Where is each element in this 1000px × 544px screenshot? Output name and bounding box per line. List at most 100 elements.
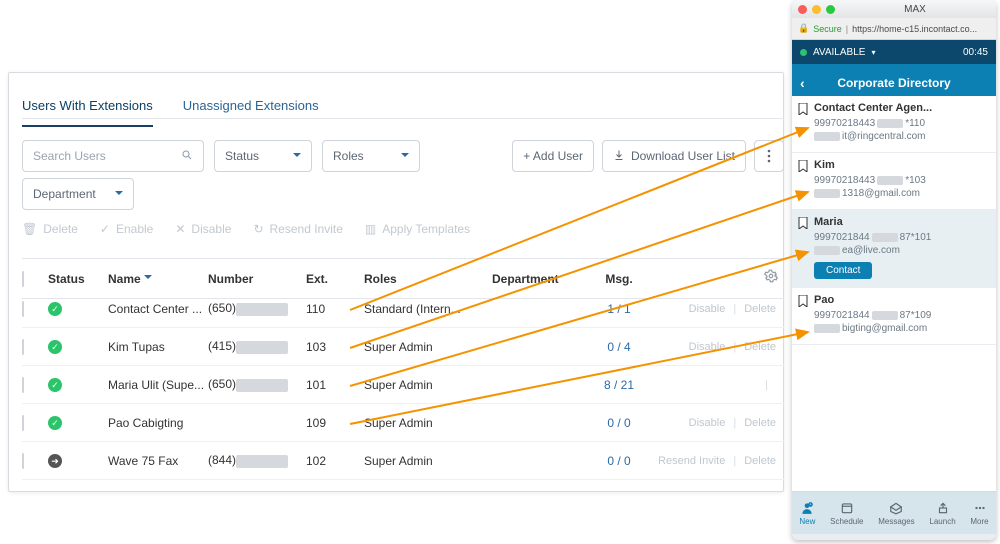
row-actions: Disable|Delete (689, 303, 784, 315)
back-icon[interactable]: ‹ (800, 75, 805, 91)
row-role: Standard (Intern... (364, 302, 492, 316)
bulk-templates: ▥ Apply Templates (365, 222, 470, 236)
row-role: Super Admin (364, 340, 492, 354)
add-user-label: + Add User (523, 149, 583, 163)
row-action-1[interactable]: Disable (689, 341, 726, 353)
contact-email: 1318@gmail.com (814, 188, 986, 199)
kebab-icon (767, 149, 771, 163)
bulk-enable: ✓ Enable (100, 222, 153, 236)
row-checkbox[interactable] (22, 339, 24, 355)
column-status[interactable]: Status (48, 272, 108, 286)
row-name: Maria Ulit (Supe... (108, 378, 208, 392)
tab-unassigned-extensions[interactable]: Unassigned Extensions (183, 92, 319, 127)
nav-more[interactable]: More (970, 501, 988, 526)
nav-schedule[interactable]: Schedule (830, 501, 863, 526)
tab-users-with-extensions[interactable]: Users With Extensions (22, 92, 153, 127)
directory-contact[interactable]: Pao999702184487*109bigting@gmail.com (792, 288, 996, 345)
department-dropdown[interactable]: Department (22, 178, 134, 210)
row-checkbox[interactable] (22, 301, 24, 317)
row-checkbox[interactable] (22, 453, 24, 469)
row-actions: Disable|Delete (689, 341, 784, 353)
chevron-down-icon (144, 272, 152, 286)
row-checkbox[interactable] (22, 415, 24, 431)
row-role: Super Admin (364, 378, 492, 392)
row-action-2[interactable]: Delete (744, 303, 776, 315)
add-user-button[interactable]: + Add User (512, 140, 594, 172)
table-row[interactable]: ✓Contact Center ...(650)110Standard (Int… (22, 290, 784, 328)
agent-status-bar[interactable]: AVAILABLE▾ 00:45 (792, 40, 996, 64)
contact-number: 999702184487*101 (814, 232, 986, 243)
search-icon (181, 149, 193, 164)
table-row[interactable]: ✓Pao Cabigting109Super Admin0 / 0Disable… (22, 404, 784, 442)
row-number: (650) (208, 377, 306, 391)
nav-new[interactable]: +New (799, 501, 815, 526)
status-icon: ➜ (48, 454, 62, 468)
filter-row: Search Users Status Roles (22, 140, 420, 172)
column-number[interactable]: Number (208, 272, 306, 286)
max-agent-window: MAX 🔒 Secure | https://home-c15.incontac… (792, 0, 996, 540)
directory-contact[interactable]: Kim99970218443*1031318@gmail.com (792, 153, 996, 210)
row-action-2[interactable]: Delete (744, 417, 776, 429)
directory-list[interactable]: Contact Center Agen...99970218443*110it@… (792, 96, 996, 492)
tabs: Users With Extensions Unassigned Extensi… (22, 92, 319, 127)
gear-icon[interactable] (764, 269, 778, 286)
row-actions: Disable|Delete (689, 417, 784, 429)
row-checkbox[interactable] (22, 377, 24, 393)
search-input[interactable]: Search Users (22, 140, 204, 172)
contact-name: Contact Center Agen... (814, 102, 986, 114)
bulk-disable: ✕ Disable (175, 222, 231, 236)
row-action-1[interactable]: Disable (689, 417, 726, 429)
directory-contact[interactable]: Contact Center Agen...99970218443*110it@… (792, 96, 996, 153)
agent-timer: 00:45 (963, 47, 988, 58)
column-name[interactable]: Name (108, 271, 208, 286)
select-all-checkbox[interactable] (22, 271, 24, 287)
contact-email: it@ringcentral.com (814, 131, 986, 142)
nav-launch[interactable]: Launch (929, 501, 955, 526)
address-bar[interactable]: 🔒 Secure | https://home-c15.incontact.co… (792, 18, 996, 40)
department-dropdown-label: Department (33, 187, 96, 201)
right-actions: + Add User Download User List (512, 140, 784, 172)
roles-dropdown-label: Roles (333, 149, 364, 163)
column-ext[interactable]: Ext. (306, 272, 364, 286)
bulk-delete: 🗑 Delete (22, 222, 78, 236)
bottom-nav: +New Schedule Messages Launch More (792, 492, 996, 534)
row-action-2[interactable]: Delete (744, 341, 776, 353)
agent-state-label: AVAILABLE (813, 47, 865, 58)
chevron-down-icon (401, 149, 409, 164)
contact-name: Maria (814, 216, 986, 228)
row-msg: 1 / 1 (584, 302, 654, 316)
contact-button[interactable]: Contact (814, 262, 872, 279)
contact-name: Pao (814, 294, 986, 306)
close-icon[interactable] (798, 5, 807, 14)
roles-dropdown[interactable]: Roles (322, 140, 420, 172)
column-msg[interactable]: Msg. (584, 272, 654, 286)
contact-name: Kim (814, 159, 986, 171)
row-msg: 0 / 0 (584, 454, 654, 468)
download-user-list-button[interactable]: Download User List (602, 140, 746, 172)
row-action-1[interactable]: Disable (689, 303, 726, 315)
status-dropdown[interactable]: Status (214, 140, 312, 172)
table-row[interactable]: ✓Maria Ulit (Supe...(650)101Super Admin8… (22, 366, 784, 404)
row-action-1[interactable]: Resend Invite (658, 455, 725, 467)
column-department[interactable]: Department (492, 272, 584, 286)
minimize-icon[interactable] (812, 5, 821, 14)
bookmark-icon (798, 103, 808, 115)
row-number: (415) (208, 339, 306, 353)
maximize-icon[interactable] (826, 5, 835, 14)
status-icon: ✓ (48, 378, 62, 392)
download-user-list-label: Download User List (631, 149, 735, 163)
more-menu-button[interactable] (754, 140, 784, 172)
table-row[interactable]: ➜Wave 75 Fax(844)102Super Admin0 / 0Rese… (22, 442, 784, 480)
table-row[interactable]: ✓Kim Tupas(415)103Super Admin0 / 4Disabl… (22, 328, 784, 366)
column-roles[interactable]: Roles (364, 272, 492, 286)
chevron-down-icon (293, 149, 301, 164)
contact-number: 999702184487*109 (814, 310, 986, 321)
contact-email: ea@live.com (814, 245, 986, 256)
row-action-2[interactable]: Delete (744, 455, 776, 467)
directory-contact[interactable]: Maria 999702184487*101 ea@live.com Contact (792, 210, 996, 288)
tab-underline (22, 118, 784, 119)
status-dot-icon (800, 49, 807, 56)
row-actions: | (757, 379, 784, 391)
nav-messages[interactable]: Messages (878, 501, 914, 526)
row-name: Wave 75 Fax (108, 454, 208, 468)
